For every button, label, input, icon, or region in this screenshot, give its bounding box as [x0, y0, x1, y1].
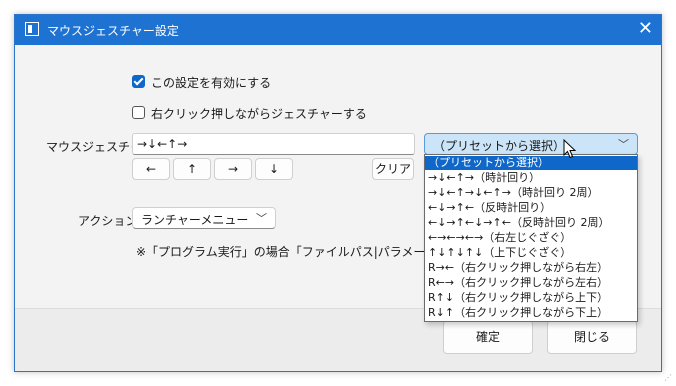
- app-icon: [25, 22, 39, 36]
- dropdown-item[interactable]: ←→←→←→（右左じぐざぐ）: [425, 231, 637, 245]
- close-icon[interactable]: ✕: [638, 19, 653, 39]
- chevron-down-icon: ﹀: [256, 212, 267, 225]
- action-selected-value: ランチャーメニュー: [141, 213, 249, 227]
- chevron-down-icon: ﹀: [618, 138, 629, 151]
- dropdown-item[interactable]: →↓←↑→（時計回り）: [425, 171, 637, 185]
- dropdown-item[interactable]: →↓←↑→↓←↑→（時計回り 2周）: [425, 186, 637, 200]
- dropdown-item[interactable]: ↑↓↑↓↑↓（上下じぐざぐ）: [425, 246, 637, 260]
- clear-button[interactable]: クリア: [372, 158, 414, 180]
- close-button[interactable]: 閉じる: [547, 320, 637, 354]
- dropdown-item[interactable]: R←→（右クリック押しながら左右）: [425, 276, 637, 290]
- arrow-up-button[interactable]: ↑: [173, 158, 211, 180]
- action-select[interactable]: ランチャーメニュー ﹀: [132, 207, 276, 229]
- title-bar: マウスジェスチャー設定 ✕: [15, 15, 661, 45]
- arrow-down-button[interactable]: ↓: [255, 158, 293, 180]
- dropdown-item[interactable]: ←↓→↑←（反時計回り）: [425, 201, 637, 215]
- arrow-right-button[interactable]: →: [214, 158, 252, 180]
- right-click-label: 右クリック押しながらジェスチャーする: [151, 107, 367, 121]
- dropdown-item[interactable]: ←↓→↑←↓→↑←（反時計回り 2周）: [425, 216, 637, 230]
- dropdown-item[interactable]: R→←（右クリック押しながら右左）: [425, 261, 637, 275]
- preset-select[interactable]: （プリセットから選択） ﹀: [424, 133, 638, 155]
- preset-selected-value: （プリセットから選択）: [433, 139, 566, 153]
- window-title: マウスジェスチャー設定: [47, 24, 179, 38]
- mouse-pointer-icon: [563, 139, 577, 159]
- dropdown-item[interactable]: （プリセットから選択）: [425, 156, 637, 170]
- ok-button[interactable]: 確定: [443, 320, 533, 354]
- gesture-input-value: →↓←↑→: [137, 137, 188, 151]
- preset-dropdown-list: （プリセットから選択） →↓←↑→（時計回り） →↓←↑→↓←↑→（時計回り 2…: [424, 154, 638, 322]
- right-click-checkbox[interactable]: [132, 106, 145, 119]
- dropdown-item[interactable]: R↓↑（右クリック押しながら下上）: [425, 306, 637, 320]
- action-label: アクション: [78, 214, 138, 228]
- enable-checkbox[interactable]: [132, 75, 145, 88]
- arrow-left-button[interactable]: ←: [132, 158, 170, 180]
- enable-label: この設定を有効にする: [151, 76, 272, 90]
- dropdown-item[interactable]: R↑↓（右クリック押しながら上下）: [425, 291, 637, 305]
- gesture-input[interactable]: →↓←↑→: [132, 133, 415, 155]
- resize-grip-icon[interactable]: ⋰: [664, 373, 672, 382]
